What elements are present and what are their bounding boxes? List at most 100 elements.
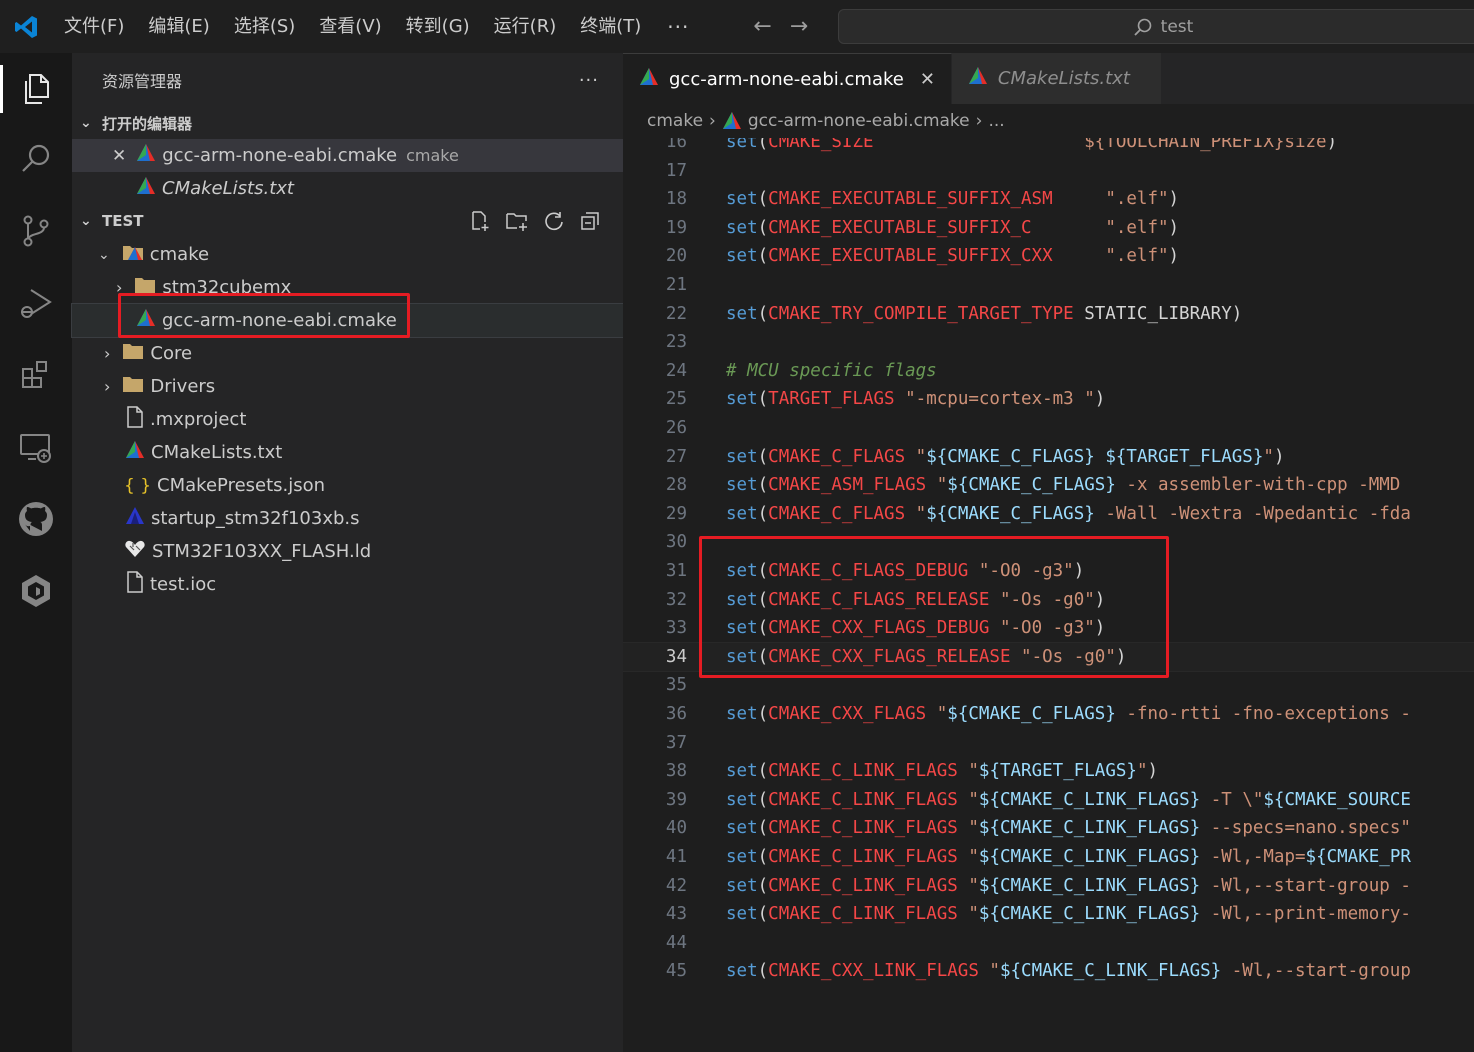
- code-line[interactable]: 17: [623, 157, 1474, 186]
- code-view[interactable]: 16 set(CMAKE_SIZE ${TOOLCHAIN_PREFIX}size…: [623, 138, 1474, 1052]
- code-line[interactable]: 44: [623, 929, 1474, 958]
- open-editors-header[interactable]: ⌄ 打开的编辑器: [72, 107, 623, 139]
- code-line[interactable]: 25 set(TARGET_FLAGS "-mcpu=cortex-m3 "): [623, 385, 1474, 414]
- tree-file-cmakelists[interactable]: CMakeLists.txt: [72, 436, 623, 469]
- tree-file-cmakepresets[interactable]: { } CMakePresets.json: [72, 469, 623, 502]
- editor-tabs: gcc-arm-none-eabi.cmake ✕ CMakeLists.txt: [623, 53, 1474, 104]
- open-editor-item-gcc[interactable]: ✕ gcc-arm-none-eabi.cmake cmake: [72, 139, 623, 172]
- code-token: CMAKE_C_LINK_FLAGS: [768, 761, 958, 782]
- tree-folder-cmake[interactable]: ⌄ cmake: [72, 238, 623, 271]
- code-line[interactable]: 34 set(CMAKE_CXX_FLAGS_RELEASE "-Os -g0"): [623, 641, 1474, 673]
- code-text: set(CMAKE_TRY_COMPILE_TARGET_TYPE STATIC…: [726, 300, 1242, 329]
- code-token: ${CMAKE_C_FLAGS}: [926, 503, 1095, 524]
- new-folder-icon[interactable]: [505, 210, 529, 232]
- new-file-icon[interactable]: [469, 210, 491, 232]
- code-line[interactable]: 43 set(CMAKE_C_LINK_FLAGS "${CMAKE_C_LINK…: [623, 900, 1474, 929]
- explorer-icon[interactable]: [0, 59, 72, 119]
- open-editor-item-cmakelists[interactable]: CMakeLists.txt: [72, 172, 623, 205]
- cmake-file-icon: [136, 308, 156, 333]
- line-number: 41: [665, 847, 687, 867]
- explorer-header: 资源管理器 ···: [72, 53, 623, 107]
- source-control-icon[interactable]: [0, 201, 72, 261]
- code-line[interactable]: 32 set(CMAKE_C_FLAGS_RELEASE "-Os -g0"): [623, 586, 1474, 615]
- tree-file-mxproject[interactable]: .mxproject: [72, 403, 623, 436]
- search-icon[interactable]: [0, 129, 72, 189]
- close-icon[interactable]: ✕: [112, 146, 126, 166]
- code-line[interactable]: 37: [623, 729, 1474, 758]
- collapse-all-icon[interactable]: [579, 210, 601, 232]
- code-line[interactable]: 21: [623, 271, 1474, 300]
- code-token: -Wl,--start-group -: [1200, 875, 1411, 896]
- menu-file[interactable]: 文件(F): [52, 0, 136, 53]
- code-line[interactable]: 41 set(CMAKE_C_LINK_FLAGS "${CMAKE_C_LINK…: [623, 843, 1474, 872]
- code-line[interactable]: 16 set(CMAKE_SIZE ${TOOLCHAIN_PREFIX}size…: [623, 138, 1474, 157]
- assembly-file-icon: [125, 506, 145, 531]
- menu-terminal[interactable]: 终端(T): [568, 0, 653, 53]
- chevron-right-icon: ›: [975, 111, 983, 131]
- breadcrumb-file[interactable]: gcc-arm-none-eabi.cmake: [748, 111, 970, 131]
- explorer-more-button[interactable]: ···: [579, 70, 599, 91]
- code-token: ${CMAKE_C_FLAGS}: [947, 475, 1116, 496]
- extensions-icon[interactable]: [0, 345, 72, 405]
- code-line[interactable]: 18 set(CMAKE_EXECUTABLE_SUFFIX_ASM ".elf"…: [623, 185, 1474, 214]
- run-debug-icon[interactable]: [0, 273, 72, 333]
- code-line[interactable]: 27 set(CMAKE_C_FLAGS "${CMAKE_C_FLAGS} ${…: [623, 443, 1474, 472]
- code-line[interactable]: 26: [623, 414, 1474, 443]
- code-line[interactable]: 22 set(CMAKE_TRY_COMPILE_TARGET_TYPE STAT…: [623, 300, 1474, 329]
- code-text: set(CMAKE_CXX_FLAGS_RELEASE "-Os -g0"): [726, 643, 1126, 672]
- menu-edit[interactable]: 编辑(E): [136, 0, 221, 53]
- code-line[interactable]: 39 set(CMAKE_C_LINK_FLAGS "${CMAKE_C_LINK…: [623, 786, 1474, 815]
- refresh-icon[interactable]: [543, 210, 565, 232]
- code-line[interactable]: 45 set(CMAKE_CXX_LINK_FLAGS "${CMAKE_C_LI…: [623, 957, 1474, 986]
- menu-selection[interactable]: 选择(S): [222, 0, 307, 53]
- project-header[interactable]: ⌄ TEST: [72, 205, 623, 237]
- code-token: TARGET_FLAGS: [768, 389, 895, 410]
- code-line[interactable]: 30: [623, 528, 1474, 557]
- code-line[interactable]: 35: [623, 671, 1474, 700]
- tab-cmakelists[interactable]: CMakeLists.txt: [951, 53, 1162, 104]
- code-token: ": [968, 875, 979, 896]
- code-token: ".elf": [1105, 217, 1169, 238]
- code-token: "-Os -g0": [999, 589, 1095, 610]
- close-icon[interactable]: ✕: [920, 69, 935, 90]
- github-icon[interactable]: [0, 489, 72, 549]
- code-line[interactable]: 24 # MCU specific flags: [623, 357, 1474, 386]
- code-line[interactable]: 38 set(CMAKE_C_LINK_FLAGS "${TARGET_FLAGS…: [623, 757, 1474, 786]
- code-line[interactable]: 29 set(CMAKE_C_FLAGS "${CMAKE_C_FLAGS} -W…: [623, 500, 1474, 529]
- command-center-search[interactable]: test: [838, 9, 1474, 44]
- tree-folder-drivers[interactable]: › Drivers: [72, 370, 623, 403]
- forward-arrow-icon[interactable]: →: [790, 14, 808, 39]
- breadcrumb-folder[interactable]: cmake: [647, 111, 703, 131]
- tree-label: Core: [150, 343, 193, 364]
- tree-file-test-ioc[interactable]: test.ioc: [72, 568, 623, 601]
- tree-file-flash-ld[interactable]: STM32F103XX_FLASH.ld: [72, 535, 623, 568]
- code-line[interactable]: 40 set(CMAKE_C_LINK_FLAGS "${CMAKE_C_LINK…: [623, 814, 1474, 843]
- line-number: 35: [665, 675, 687, 696]
- breadcrumb-symbol[interactable]: ...: [988, 111, 1004, 131]
- code-line[interactable]: 19 set(CMAKE_EXECUTABLE_SUFFIX_C ".elf"): [623, 214, 1474, 243]
- code-line[interactable]: 36 set(CMAKE_CXX_FLAGS "${CMAKE_C_FLAGS} …: [623, 700, 1474, 729]
- tree-file-startup[interactable]: startup_stm32f103xb.s: [72, 502, 623, 535]
- tree-folder-core[interactable]: › Core: [72, 337, 623, 370]
- tab-gcc-arm-none-eabi[interactable]: gcc-arm-none-eabi.cmake ✕: [623, 53, 952, 104]
- menu-view[interactable]: 查看(V): [307, 0, 393, 53]
- code-token: ${CMAKE_C_FLAGS}: [926, 446, 1095, 467]
- line-number: 42: [665, 875, 687, 896]
- menu-more-button[interactable]: ···: [653, 15, 703, 39]
- remote-explorer-icon[interactable]: [0, 417, 72, 477]
- code-line[interactable]: 20 set(CMAKE_EXECUTABLE_SUFFIX_CXX ".elf"…: [623, 242, 1474, 271]
- code-token: CMAKE_ASM_FLAGS: [768, 475, 927, 496]
- code-line[interactable]: 42 set(CMAKE_C_LINK_FLAGS "${CMAKE_C_LINK…: [623, 872, 1474, 901]
- back-arrow-icon[interactable]: ←: [753, 14, 771, 39]
- code-line[interactable]: 33 set(CMAKE_CXX_FLAGS_DEBUG "-O0 -g3"): [623, 614, 1474, 643]
- code-line[interactable]: 28 set(CMAKE_ASM_FLAGS "${CMAKE_C_FLAGS} …: [623, 471, 1474, 500]
- code-line[interactable]: 31 set(CMAKE_C_FLAGS_DEBUG "-O0 -g3"): [623, 557, 1474, 586]
- code-line[interactable]: 23: [623, 328, 1474, 357]
- menu-go[interactable]: 转到(G): [394, 0, 482, 53]
- cmake-tools-icon[interactable]: [0, 561, 72, 621]
- menu-run[interactable]: 运行(R): [482, 0, 569, 53]
- code-text: set(CMAKE_CXX_LINK_FLAGS "${CMAKE_C_LINK…: [726, 957, 1411, 986]
- tree-file-gcc-arm-none-eabi[interactable]: gcc-arm-none-eabi.cmake: [71, 303, 624, 338]
- tree-folder-stm32cubemx[interactable]: › stm32cubemx: [72, 271, 623, 304]
